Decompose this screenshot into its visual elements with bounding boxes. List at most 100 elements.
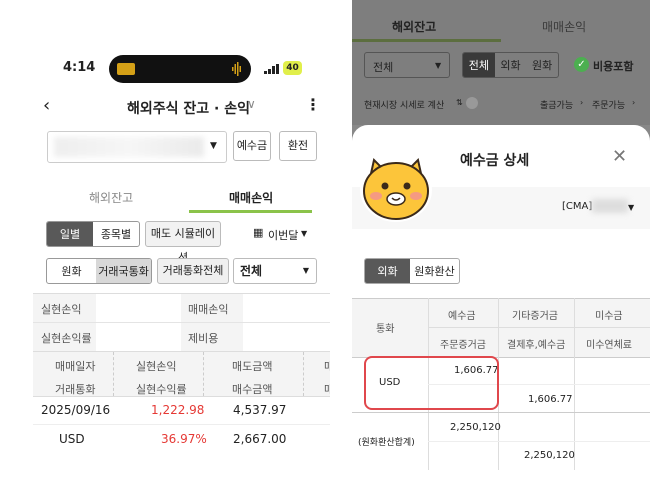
mascot-sticker [360,158,432,222]
seg-all[interactable]: 전체 [463,53,495,77]
tab-trade-pl[interactable]: 매매손익 [542,18,586,35]
dropdown-arrow-icon: ▼ [302,266,309,275]
currency-segment: 원화 거래국통화 [46,258,152,284]
status-time: 4:14 [63,60,96,75]
battery-indicator: 40 [283,61,302,75]
seg-krw[interactable]: 원화 [47,259,96,283]
chevron-down-icon[interactable]: ∨ [247,97,256,111]
row-divider [33,424,330,425]
sort-icon: ⇅ [456,98,463,107]
row-divider [428,441,650,442]
krw-deposit: 2,250,120 [450,422,501,433]
header-unpaid: 미수금 [595,311,623,322]
dimmed-background: 해외잔고 매매손익 전체 ▼ 전체 외화 원화 ✓ 비용포함 현재시장 시세로 … [352,0,650,125]
right-phone-screen: 해외잔고 매매손익 전체 ▼ 전체 외화 원화 ✓ 비용포함 현재시장 시세로 … [352,0,650,500]
krw-after-settle: 2,250,120 [524,450,575,461]
header-after-settle: 결제후,예수금 [507,340,566,351]
account-type: [CMA] [562,201,593,212]
check-icon[interactable]: ✓ [574,57,589,72]
chevron-right-icon: › [632,98,636,107]
seg-trade-currency[interactable]: 거래국통화 [96,259,151,283]
active-tab-indicator [352,39,501,42]
more-icon[interactable]: ⋮ [305,95,321,114]
left-phone-screen: 4:14 40 ‹ 해외주식 잔고 · 손익 ∨ ⋮ ▼ 예수금 환전 해외잔고… [33,45,330,500]
col-divider [203,352,204,396]
period-segment: 일별 종목별 [46,221,140,247]
exchange-button[interactable]: 환전 [279,131,317,161]
album-art-icon [117,63,135,75]
withdrawable-label: 출금가능 [540,101,574,111]
currency-segment: 전체 외화 원화 [462,52,559,78]
summary-divider [33,322,330,323]
tab-overseas-balance[interactable]: 해외잔고 [89,189,133,206]
dynamic-island [109,55,251,83]
page-title: 해외주식 잔고 · 손익 [127,101,250,117]
trade-table-header: 매매일자 실현손익 매도금액 매 거래통화 실현수익률 매수금액 매 [33,351,330,397]
seg-foreign[interactable]: 외화 [365,259,411,283]
seg-by-stock[interactable]: 종목별 [93,222,139,246]
header-realized-rate: 실현수익률 [136,383,187,396]
calendar-icon: ▦ [253,226,264,239]
fees-label: 제비용 [188,332,219,345]
all-currency-button[interactable]: 거래통화전체 [157,258,229,284]
dropdown-arrow-icon: ▼ [301,229,308,238]
page-header: ‹ 해외주식 잔고 · 손익 ∨ ⋮ [33,91,330,127]
dropdown-arrow-icon: ▼ [210,141,217,151]
realized-rate-label: 실현손익률 [41,332,92,345]
col-divider [303,352,304,396]
back-arrow-icon[interactable]: ‹ [43,95,50,116]
krw-total-label: (원화환산합계) [358,438,415,448]
price-basis-label: 현재시장 시세로 계산 [364,101,445,111]
tab-trade-pl[interactable]: 매매손익 [229,189,273,206]
header-currency: 통화 [376,324,395,335]
cell-buy-amount: 2,667.00 [233,432,287,446]
summary-grid: 실현손익 매매손익 실현손익률 제비용 [33,293,330,352]
cost-include-label: 비용포함 [593,60,634,73]
header-realized-pl: 실현손익 [136,360,177,373]
cell-sell-amount: 4,537.97 [233,403,287,417]
tab-overseas-balance[interactable]: 해외잔고 [392,18,436,35]
period-select[interactable]: 이번달 [268,227,298,243]
status-bar: 4:14 40 [33,45,330,91]
seg-krw-converted[interactable]: 원화환산 [410,259,459,283]
trade-pl-label: 매매손익 [188,303,229,316]
header-overdue-fee: 미수연체료 [586,340,632,351]
realized-pl-label: 실현손익 [41,303,82,316]
header-trade-currency: 거래통화 [55,383,96,396]
cell-realized-pl: 1,222.98 [151,403,205,417]
account-number-blurred [54,137,204,157]
header-divider [428,327,650,328]
header-trade-date: 매매일자 [55,360,96,373]
deposit-button[interactable]: 예수금 [233,131,271,161]
sheet-title: 예수금 상세 [460,153,530,169]
currency-segment: 외화 원화환산 [364,258,460,284]
sell-simulation-button[interactable]: 매도 시뮬레이션 [145,221,221,264]
account-number-blurred [592,199,628,213]
filter-select[interactable]: 전체 ▼ [233,258,317,284]
account-select[interactable]: ▼ [47,131,227,163]
cell-currency: USD [59,432,85,446]
header-sell-amount: 매도금액 [232,360,273,373]
orderable-label: 주문가능 [592,101,626,111]
chevron-right-icon: › [580,98,584,107]
header-order-margin: 주문증거금 [440,340,486,351]
header-deposit: 예수금 [448,311,476,322]
cell-realized-rate: 36.97% [161,432,207,446]
tab-bar: 해외잔고 매매손익 [33,183,330,215]
seg-foreign[interactable]: 외화 [495,53,527,77]
seg-krw[interactable]: 원화 [526,53,558,77]
header-other-margin: 기타증거금 [512,311,558,322]
close-icon[interactable]: ✕ [612,146,627,167]
info-icon[interactable] [466,97,478,109]
dropdown-arrow-icon: ▼ [628,203,635,212]
row-divider [352,412,650,413]
seg-daily[interactable]: 일별 [47,222,93,246]
signal-icon [264,64,279,74]
audio-wave-icon [232,62,241,76]
table-row[interactable]: 2025/09/16 1,222.98 4,537.97 USD 36.97% … [33,397,330,457]
filter-select[interactable]: 전체 ▼ [364,52,450,78]
col-divider [113,352,114,396]
filter-select-value: 전체 [240,264,263,278]
header-col4: 매 [324,360,330,373]
dropdown-arrow-icon: ▼ [435,61,442,70]
